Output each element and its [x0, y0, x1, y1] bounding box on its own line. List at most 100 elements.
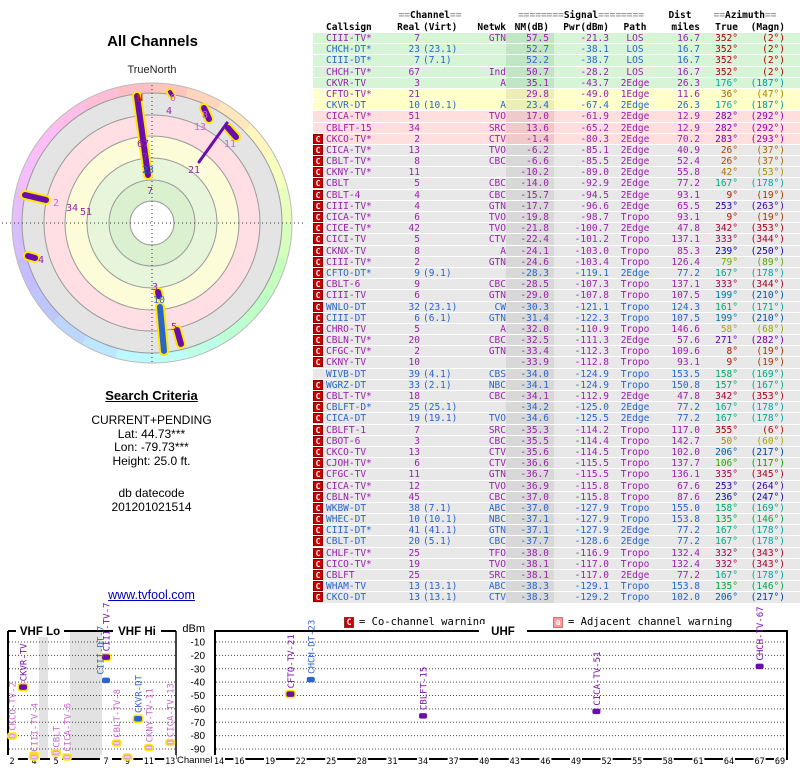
table-cell: -125.5: [574, 413, 609, 424]
table-cell: CBLT-TV*: [326, 156, 372, 167]
table-row: CFTO-TV* 21 29.8 -49.0 1Edge 11.6 36° (47°): [313, 88, 800, 101]
table-row: C CFGC-TV* 2 GTN -33.4 -112.3 Tropo 109.6 8° (19°…: [313, 346, 800, 358]
table-cell: -112.8: [574, 357, 609, 368]
co-channel-warning-icon: C: [313, 491, 323, 502]
table-cell: (187°): [750, 100, 785, 111]
table-cell: -37.1: [506, 525, 554, 536]
table-row: C CICI-TV 5 CTV -22.4 -101.2 Tropo 137.1 333° (34…: [313, 234, 800, 246]
radar-channel-label: 7: [142, 152, 148, 163]
table-cell: [420, 67, 466, 77]
table-cell: -37.0: [506, 502, 554, 514]
table-cell: -35.3: [506, 424, 554, 435]
table-cell: -28.5: [506, 279, 554, 290]
table-cell: 26.3: [677, 77, 700, 88]
co-channel-warning-icon: C: [313, 167, 323, 178]
table-cell: [420, 335, 466, 345]
table-cell: CTV: [488, 133, 506, 144]
table-cell: 135°: [715, 514, 738, 525]
co-channel-warning-icon: C: [313, 133, 323, 144]
table-cell: -29.0: [506, 290, 554, 301]
station-marker: [102, 677, 110, 684]
table-cell: 18: [408, 391, 420, 402]
table-cell: SRC: [488, 122, 506, 133]
table-row: C CKNY-TV* 11 -10.2 -89.0 2Edge 55.8 42° (53°): [313, 167, 800, 179]
table-cell: CIII-TV*: [326, 200, 372, 211]
station-marker-label: CFTO-TV-21: [287, 634, 297, 688]
table-cell: [420, 559, 466, 569]
table-cell: -92.9: [580, 178, 609, 189]
table-cell: 2Edge: [620, 570, 650, 581]
table-cell: [466, 44, 506, 54]
table-cell: 2Edge: [620, 100, 650, 111]
table-cell: [420, 212, 466, 222]
table-cell: 199°: [715, 312, 738, 323]
table-cell: -127.9: [574, 502, 609, 514]
table-cell: [420, 223, 466, 233]
table-cell: Tropo: [620, 290, 650, 301]
table-cell: -32.0: [506, 323, 554, 335]
table-cell: -114.5: [574, 446, 609, 458]
table-cell: 253°: [715, 480, 738, 491]
table-cell: (247°): [750, 491, 785, 502]
table-cell: GTN: [488, 200, 506, 211]
table-cell: 2Edge: [620, 111, 650, 122]
table-cell: -37.1: [506, 514, 554, 525]
table-cell: 65.5: [677, 200, 700, 211]
table-cell: -80.3: [580, 133, 609, 144]
spectrum-band-chart: VHF Lo VHF Hi UHF dBm -10 -20 -30 -40 -50 -60 -70 -…: [6, 603, 788, 767]
table-cell: [420, 492, 466, 502]
table-cell: 2Edge: [620, 156, 650, 167]
table-cell: Tropo: [620, 558, 650, 569]
table-cell: -111.3: [574, 335, 609, 346]
station-marker-label: CKCO-TV-2: [9, 682, 19, 731]
table-cell: Tropo: [620, 491, 650, 502]
table-cell: SRC: [488, 424, 506, 435]
channel-tick-label: 69: [775, 757, 785, 767]
table-cell: 142.7: [671, 435, 700, 446]
table-cell: C: [313, 413, 326, 424]
table-cell: 10: [408, 100, 420, 111]
table-cell: 109.6: [671, 346, 700, 357]
table-cell: CTV: [488, 234, 506, 245]
co-channel-warning-icon: C: [313, 435, 323, 446]
co-channel-warning-icon: C: [313, 156, 323, 167]
co-channel-warning-icon: C: [313, 346, 323, 357]
table-cell: C: [313, 547, 326, 558]
table-cell: C: [313, 335, 326, 346]
band-title: UHF: [491, 626, 515, 638]
table-cell: (4.1): [423, 368, 452, 379]
table-cell: GTN: [488, 256, 506, 267]
table-cell: [420, 346, 466, 356]
table-cell: 355°: [715, 424, 738, 435]
table-cell: [420, 78, 466, 88]
table-row: WIVB-DT 39 (4.1) CBS -34.0 -124.9 Tropo 153.5 15…: [313, 368, 800, 380]
table-cell: CBC: [488, 279, 506, 290]
table-cell: (217°): [750, 446, 785, 458]
table-cell: 41: [408, 525, 420, 536]
table-cell: [313, 44, 326, 54]
table-cell: Tropo: [620, 323, 650, 335]
table-cell: CICE-TV*: [326, 223, 372, 234]
table-cell: [420, 436, 466, 446]
table-cell: 50°: [720, 435, 738, 446]
table-cell: -107.3: [574, 279, 609, 290]
table-cell: (19.1): [423, 413, 458, 424]
table-cell: 3: [414, 435, 420, 446]
table-cell: (250°): [750, 245, 785, 256]
table-cell: CBC: [488, 178, 506, 189]
table-cell: C: [313, 536, 326, 547]
table-cell: 58°: [720, 323, 738, 335]
co-channel-warning-icon: C: [313, 357, 323, 368]
channel-tick-label: 49: [571, 757, 581, 767]
table-row: C CBLT-TV* 8 CBC -6.6 -85.5 2Edge 52.4 26° (37°): [313, 156, 800, 168]
table-cell: (187°): [750, 77, 785, 88]
table-cell: C: [313, 267, 326, 278]
table-cell: CIII-TV*: [326, 33, 372, 44]
station-marker-label: CKNY-TV-11: [145, 688, 155, 742]
station-marker-label: CICA-TV-6: [64, 703, 74, 752]
dbm-tick-label: -10: [191, 638, 206, 649]
table-cell: (19°): [756, 346, 785, 357]
band-title: VHF Lo: [20, 626, 60, 638]
table-cell: CBC: [488, 435, 506, 446]
table-cell: (23.1): [423, 301, 458, 312]
